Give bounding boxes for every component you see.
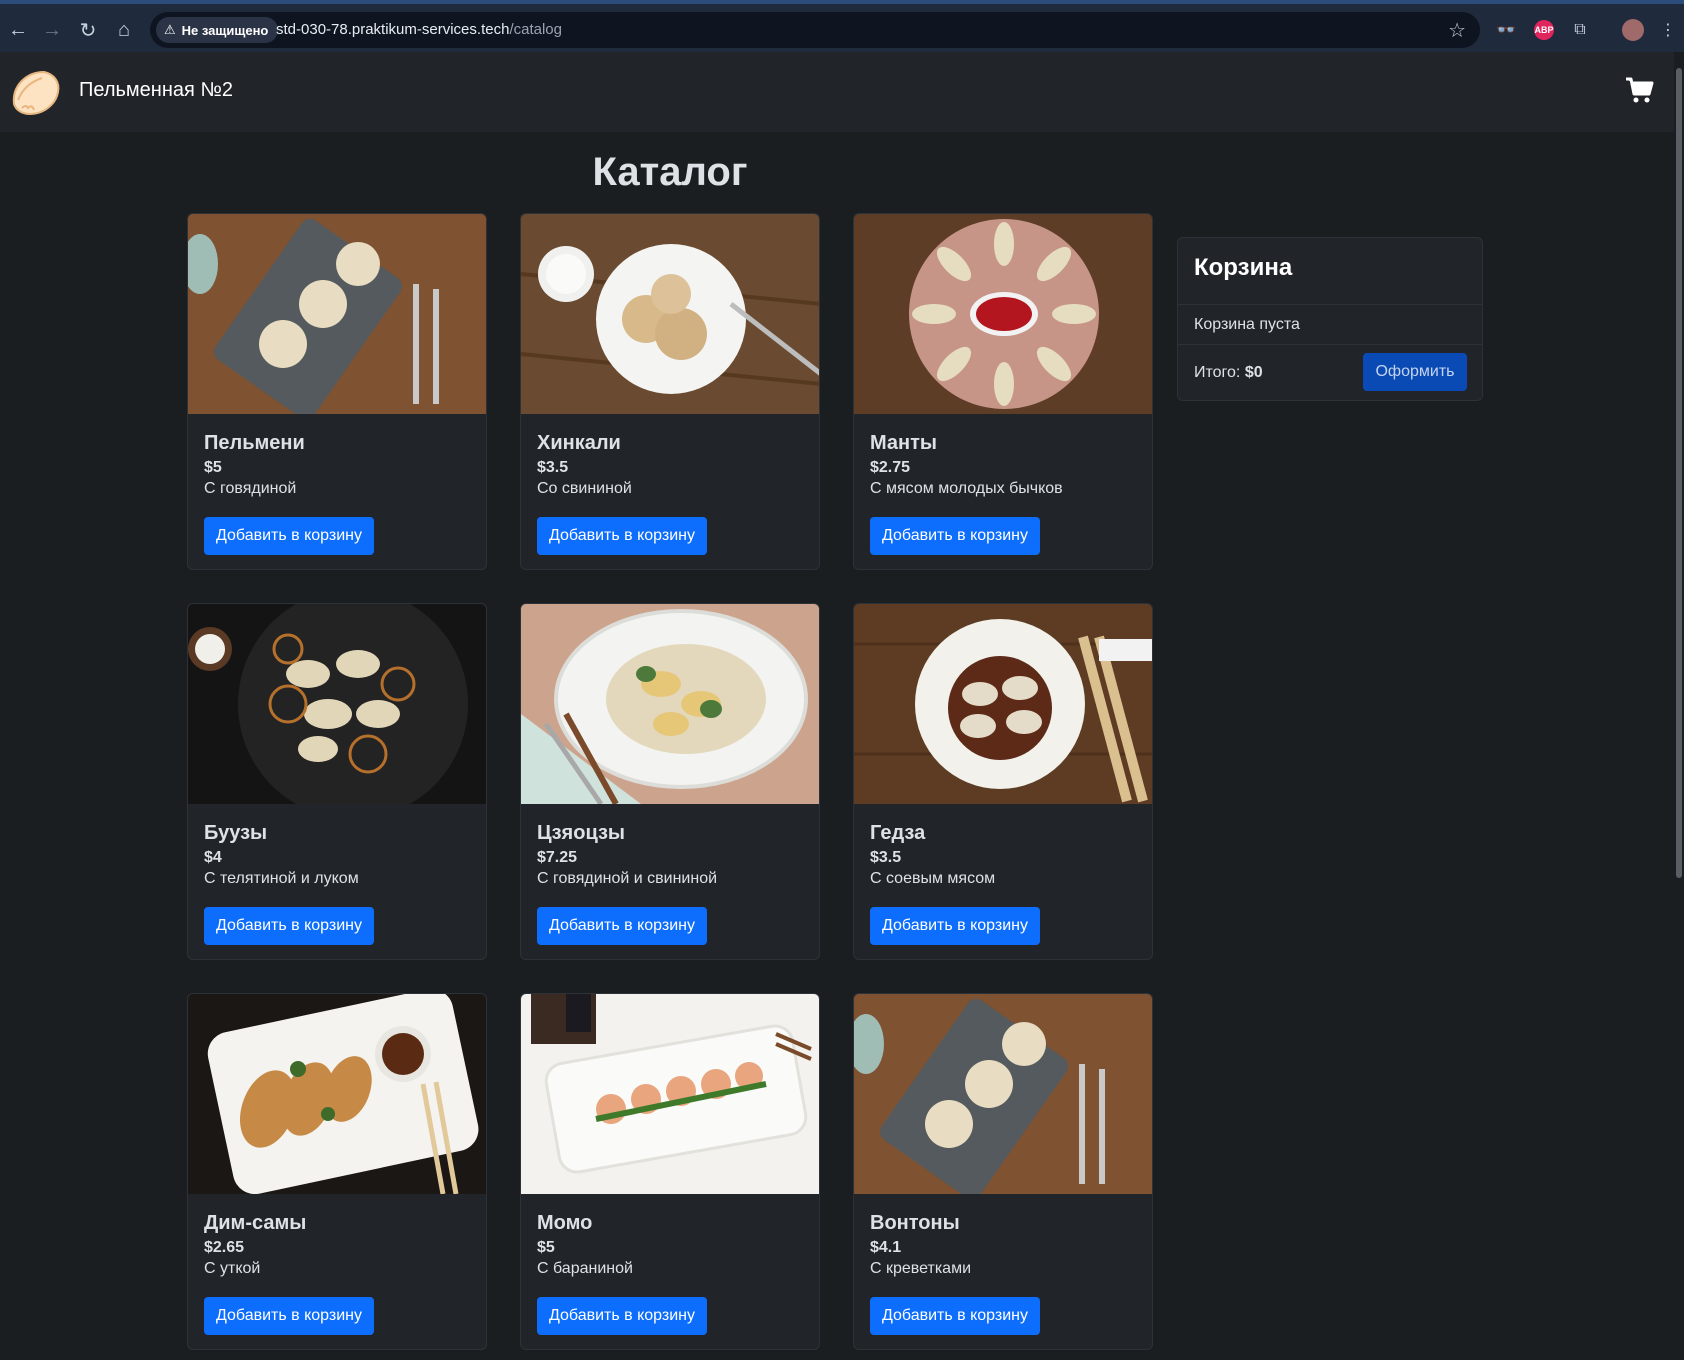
checkout-button[interactable]: Оформить: [1363, 353, 1467, 391]
product-description: С уткой: [204, 1260, 261, 1277]
cart-panel: Корзина Корзина пуста Итого: $0 Оформить: [1177, 237, 1483, 401]
page-scrollbar[interactable]: [1674, 52, 1684, 1360]
divider: [1178, 344, 1482, 345]
product-card: Буузы $4 С телятиной и луком Добавить в …: [187, 603, 487, 960]
add-to-cart-button[interactable]: Добавить в корзину: [537, 907, 708, 945]
product-name: Буузы: [204, 822, 268, 844]
home-icon[interactable]: ⌂: [108, 14, 140, 46]
add-to-cart-button[interactable]: Добавить в корзину: [204, 1297, 375, 1335]
url-host: std-030-78.praktikum-services.tech: [276, 21, 510, 38]
brand-name[interactable]: Пельменная №2: [79, 79, 233, 102]
url-text[interactable]: std-030-78.praktikum-services.tech/catal…: [276, 21, 562, 38]
star-icon[interactable]: ☆: [1448, 18, 1466, 43]
product-price: $7.25: [537, 849, 578, 866]
product-price: $4.1: [870, 1239, 902, 1256]
back-icon[interactable]: ←: [2, 14, 34, 46]
product-name: Манты: [870, 432, 937, 454]
product-image: [521, 604, 819, 804]
product-name: Момо: [537, 1212, 593, 1234]
product-name: Цзяоцзы: [537, 822, 625, 844]
product-description: С креветками: [870, 1260, 971, 1277]
cart-empty-text: Корзина пуста: [1194, 316, 1300, 333]
forward-icon[interactable]: →: [36, 14, 68, 46]
product-description: С говядиной: [204, 480, 297, 497]
product-card: Цзяоцзы $7.25 С говядиной и свининой Доб…: [520, 603, 820, 960]
product-price: $2.75: [870, 459, 911, 476]
app-header: Пельменная №2: [0, 52, 1684, 132]
product-description: С говядиной и свининой: [537, 870, 718, 887]
product-price: $5: [537, 1239, 555, 1256]
product-card: Гедза $3.5 С соевым мясом Добавить в кор…: [853, 603, 1153, 960]
product-description: С мясом молодых бычков: [870, 480, 1063, 497]
add-to-cart-button[interactable]: Добавить в корзину: [204, 907, 375, 945]
product-name: Гедза: [870, 822, 926, 844]
product-name: Хинкали: [537, 432, 621, 454]
product-card: Момо $5 С бараниной Добавить в корзину: [520, 993, 820, 1350]
add-to-cart-button[interactable]: Добавить в корзину: [870, 1297, 1041, 1335]
product-price: $3.5: [870, 849, 902, 866]
extension-icon[interactable]: 👓: [1492, 16, 1520, 44]
product-image: [521, 994, 819, 1194]
add-to-cart-button[interactable]: Добавить в корзину: [537, 517, 708, 555]
cart-total: Итого: $0: [1194, 364, 1263, 382]
puzzle-icon[interactable]: ⧉: [1566, 16, 1594, 44]
product-price: $3.5: [537, 459, 569, 476]
cart-icon[interactable]: [1624, 74, 1656, 106]
url-path: /catalog: [509, 21, 562, 38]
security-label: Не защищено: [181, 22, 269, 38]
page-title: Каталог: [592, 150, 748, 194]
product-image: [854, 994, 1152, 1194]
scroll-thumb[interactable]: [1676, 68, 1682, 878]
product-image: [188, 604, 486, 804]
product-name: Вонтоны: [870, 1212, 960, 1234]
product-image: [521, 214, 819, 414]
add-to-cart-button[interactable]: Добавить в корзину: [204, 517, 375, 555]
product-image: [188, 994, 486, 1194]
product-card: Манты $2.75 С мясом молодых бычков Добав…: [853, 213, 1153, 570]
product-name: Дим-самы: [204, 1212, 307, 1234]
product-price: $4: [204, 849, 222, 866]
profile-icon[interactable]: [1622, 19, 1644, 41]
product-price: $2.65: [204, 1239, 245, 1256]
menu-icon[interactable]: ⋮: [1654, 16, 1682, 44]
warning-icon: ⚠: [164, 22, 176, 37]
add-to-cart-button[interactable]: Добавить в корзину: [870, 517, 1041, 555]
product-card: Дим-самы $2.65 С уткой Добавить в корзин…: [187, 993, 487, 1350]
add-to-cart-button[interactable]: Добавить в корзину: [870, 907, 1041, 945]
divider: [1178, 304, 1482, 305]
add-to-cart-button[interactable]: Добавить в корзину: [537, 1297, 708, 1335]
product-card: Вонтоны $4.1 С креветками Добавить в кор…: [853, 993, 1153, 1350]
product-name: Пельмени: [204, 432, 305, 454]
product-description: С бараниной: [537, 1260, 633, 1277]
reload-icon[interactable]: ↻: [72, 14, 104, 46]
cart-title: Корзина: [1194, 254, 1293, 281]
product-image: [854, 604, 1152, 804]
product-card: Хинкали $3.5 Со свининой Добавить в корз…: [520, 213, 820, 570]
total-label: Итого:: [1194, 364, 1241, 381]
product-image: [188, 214, 486, 414]
product-image: [854, 214, 1152, 414]
security-chip[interactable]: ⚠ Не защищено: [156, 17, 279, 43]
product-card: Пельмени $5 С говядиной Добавить в корзи…: [187, 213, 487, 570]
browser-toolbar: ← → ↻ ⌂ ⚠ Не защищено std-030-78.praktik…: [0, 0, 1684, 52]
address-bar[interactable]: ⚠ Не защищено std-030-78.praktikum-servi…: [150, 12, 1480, 48]
product-description: Со свининой: [537, 480, 632, 497]
product-description: С соевым мясом: [870, 870, 996, 887]
dumpling-logo-icon[interactable]: [8, 64, 64, 120]
product-description: С телятиной и луком: [204, 870, 359, 887]
total-value: $0: [1244, 364, 1263, 381]
product-price: $5: [204, 459, 222, 476]
abp-icon[interactable]: ABP: [1534, 20, 1554, 40]
